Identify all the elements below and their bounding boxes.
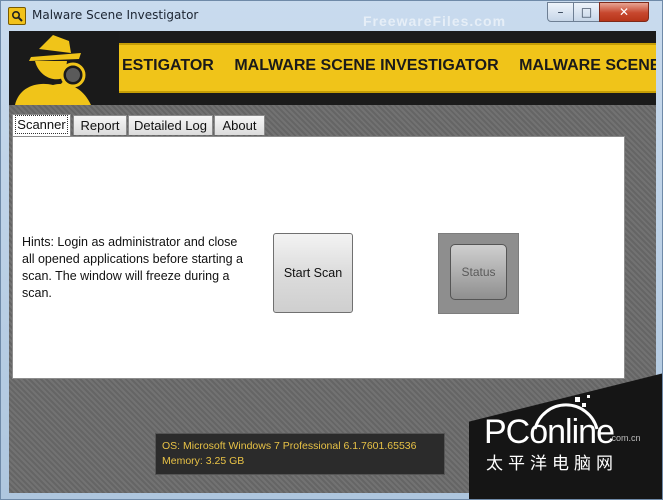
detective-logo-icon <box>9 31 119 105</box>
minimize-button[interactable]: – <box>547 2 574 22</box>
tab-report[interactable]: Report <box>73 115 127 135</box>
title-bar[interactable]: Malware Scene Investigator FreewareFiles… <box>1 1 662 31</box>
banner-title-part: MALWARE SCENE INV <box>519 57 656 74</box>
status-button: Status <box>450 244 507 300</box>
watermark-chinese: 太平洋电脑网 <box>486 454 618 474</box>
banner-title-strip: ESTIGATOR MALWARE SCENE INVESTIGATOR MAL… <box>119 43 656 93</box>
close-button[interactable]: ✕ <box>599 2 649 22</box>
memory-info: Memory: 3.25 GB <box>162 455 245 467</box>
tab-label: About <box>222 118 257 133</box>
banner-title-part: MALWARE SCENE INVESTIGATOR <box>234 57 499 74</box>
banner-title: ESTIGATOR MALWARE SCENE INVESTIGATOR MAL… <box>122 57 656 75</box>
scanner-panel: Hints: Login as administrator and close … <box>12 136 625 379</box>
start-scan-button[interactable]: Start Scan <box>273 233 353 313</box>
watermark-brand: PConline <box>484 413 615 451</box>
maximize-icon: □ <box>580 5 593 19</box>
pconline-watermark: PConline .com.cn 太平洋电脑网 <box>469 373 662 499</box>
system-info-box: OS: Microsoft Windows 7 Professional 6.1… <box>155 433 445 475</box>
magnifier-app-icon[interactable] <box>8 7 26 25</box>
close-icon: ✕ <box>618 5 630 19</box>
status-indicator: Status <box>438 233 519 314</box>
maximize-button[interactable]: □ <box>573 2 600 22</box>
tab-label: Detailed Log <box>134 118 207 133</box>
window-title: Malware Scene Investigator <box>32 8 199 22</box>
tab-scanner[interactable]: Scanner <box>12 114 71 136</box>
app-window: Malware Scene Investigator FreewareFiles… <box>0 0 663 500</box>
tab-about[interactable]: About <box>214 115 265 135</box>
os-info: OS: Microsoft Windows 7 Professional 6.1… <box>162 440 417 452</box>
watermark-text: FreewareFiles.com <box>363 13 507 29</box>
tab-label: Scanner <box>15 115 68 134</box>
tab-label: Report <box>80 118 120 133</box>
watermark-domain: .com.cn <box>609 433 641 443</box>
header-banner: ESTIGATOR MALWARE SCENE INVESTIGATOR MAL… <box>9 31 656 105</box>
tab-detailed-log[interactable]: Detailed Log <box>128 115 213 135</box>
minimize-icon: – <box>557 5 564 19</box>
hints-text: Hints: Login as administrator and close … <box>22 235 243 300</box>
banner-title-part: ESTIGATOR <box>122 57 214 74</box>
